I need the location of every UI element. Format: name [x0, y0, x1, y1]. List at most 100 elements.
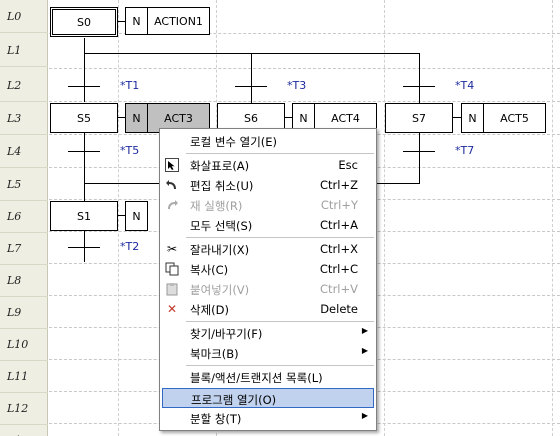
- action-link: [117, 215, 125, 216]
- menu-item-label: 프로그램 열기(O): [191, 393, 277, 407]
- transition-label-t7: *T7: [455, 144, 475, 157]
- transition-label-t3: *T3: [287, 79, 307, 92]
- context-menu[interactable]: 로컬 변수 열기(E) 화살표로(A) Esc 편집 취소(U) Ctrl+Z …: [159, 128, 377, 431]
- scissors-icon: ✂: [166, 242, 178, 256]
- menu-item-find-replace[interactable]: 찾기/바꾸기(F) ▶: [162, 323, 374, 343]
- menu-item-copy[interactable]: 복사(C) Ctrl+C: [162, 259, 374, 279]
- grid-column: [118, 0, 119, 436]
- menu-item-label: 찾기/바꾸기(F): [190, 327, 263, 341]
- menu-item-undo[interactable]: 편집 취소(U) Ctrl+Z: [162, 175, 374, 195]
- step-s0[interactable]: S0: [50, 7, 118, 37]
- menu-item-redo[interactable]: 재 실행(R) Ctrl+Y: [162, 195, 374, 215]
- menu-item-shortcut: Ctrl+Y: [320, 198, 358, 212]
- menu-item-shortcut: Ctrl+Z: [320, 178, 358, 192]
- menu-item-delete[interactable]: ✕ 삭제(D) Delete: [162, 299, 374, 319]
- submenu-arrow-icon: ▶: [361, 346, 368, 355]
- menu-item-block-action-transition-list[interactable]: 블록/액션/트랜지션 목록(L): [162, 367, 374, 387]
- menu-item-shortcut: Esc: [338, 158, 358, 172]
- menu-item-label: 삭제(D): [190, 303, 229, 317]
- menu-separator: [186, 321, 374, 322]
- transition-bar[interactable]: [68, 247, 100, 248]
- transition-label-t1: *T1: [120, 79, 140, 92]
- action-qualifier[interactable]: N: [125, 103, 148, 133]
- connector-wire: [419, 53, 420, 103]
- menu-item-paste[interactable]: 붙여넣기(V) Ctrl+V: [162, 279, 374, 299]
- action-qualifier[interactable]: N: [461, 103, 484, 133]
- connector-wire: [419, 133, 420, 184]
- menu-item-label: 복사(C): [190, 263, 229, 277]
- action-block[interactable]: ACT5: [483, 103, 546, 133]
- connector-wire: [251, 53, 252, 103]
- divergence-line: [84, 53, 420, 54]
- row-label-l3: L3: [0, 102, 48, 135]
- row-label-l8: L8: [0, 264, 48, 297]
- menu-item-shortcut: Ctrl+X: [320, 242, 358, 256]
- menu-item-shortcut: Ctrl+V: [320, 282, 358, 296]
- menu-item-open-program[interactable]: 프로그램 열기(O): [162, 388, 374, 408]
- menu-separator: [186, 237, 374, 238]
- transition-bar[interactable]: [68, 151, 100, 152]
- connector-wire: [84, 230, 85, 262]
- transition-label-t5: *T5: [120, 144, 140, 157]
- delete-icon: ✕: [166, 302, 178, 316]
- submenu-arrow-icon: ▶: [361, 326, 368, 335]
- menu-item-arrow-mode[interactable]: 화살표로(A) Esc: [162, 155, 374, 175]
- redo-icon: [164, 197, 180, 213]
- transition-bar[interactable]: [68, 86, 100, 87]
- step-s1[interactable]: S1: [50, 201, 118, 231]
- row-label-l2: L2: [0, 69, 48, 102]
- menu-item-bookmark[interactable]: 북마크(B) ▶: [162, 343, 374, 363]
- row-label-l5: L5: [0, 168, 48, 201]
- menu-item-split-window[interactable]: 분할 창(T) ▶: [162, 408, 374, 428]
- menu-separator: [186, 153, 374, 154]
- row-label-l9: L9: [0, 296, 48, 329]
- menu-item-cut[interactable]: ✂ 잘라내기(X) Ctrl+X: [162, 239, 374, 259]
- action-block[interactable]: ACTION1: [147, 7, 210, 35]
- submenu-arrow-icon: ▶: [361, 411, 368, 420]
- row-label-l1: L1: [0, 34, 48, 67]
- connector-wire: [84, 38, 85, 102]
- menu-item-label: 블록/액션/트랜지션 목록(L): [190, 371, 323, 385]
- transition-label-t4: *T4: [455, 79, 475, 92]
- menu-item-shortcut: Delete: [320, 302, 358, 316]
- action-link: [453, 117, 461, 118]
- step-s5[interactable]: S5: [50, 103, 118, 133]
- action-link: [117, 21, 125, 22]
- action-qualifier[interactable]: N: [125, 201, 148, 231]
- action-link: [117, 117, 125, 118]
- menu-item-select-all[interactable]: 모두 선택(S) Ctrl+A: [162, 215, 374, 235]
- menu-item-shortcut: Ctrl+C: [319, 262, 358, 276]
- row-label-l0: L0: [0, 0, 48, 33]
- action-qualifier[interactable]: N: [125, 7, 148, 35]
- menu-item-label: 모두 선택(S): [190, 219, 253, 233]
- step-s7[interactable]: S7: [385, 103, 453, 133]
- grid-column: [384, 0, 385, 436]
- menu-item-label: 재 실행(R): [190, 199, 243, 213]
- menu-item-label: 화살표로(A): [190, 159, 250, 173]
- row-label-l12: L12: [0, 392, 48, 425]
- row-label-l4: L4: [0, 135, 48, 168]
- grid-line: [49, 101, 560, 102]
- paste-icon: [164, 281, 180, 297]
- transition-label-t2: *T2: [120, 240, 140, 253]
- menu-item-open-local-vars[interactable]: 로컬 변수 열기(E): [162, 131, 374, 151]
- row-label-l13: L13: [0, 424, 48, 436]
- row-label-l10: L10: [0, 328, 48, 361]
- grid-line: [49, 68, 560, 69]
- menu-item-label: 분할 창(T): [190, 412, 242, 426]
- row-label-l6: L6: [0, 200, 48, 233]
- arrow-pointer-icon: [164, 157, 180, 173]
- row-label-l11: L11: [0, 360, 48, 393]
- transition-bar[interactable]: [403, 151, 435, 152]
- menu-item-label: 잘라내기(X): [190, 243, 250, 257]
- row-label-l7: L7: [0, 232, 48, 265]
- line-gutter: L0 L1 L2 L3 L4 L5 L6 L7 L8 L9 L10 L11 L1…: [0, 0, 48, 436]
- menu-item-label: 붙여넣기(V): [190, 283, 250, 297]
- menu-item-label: 로컬 변수 열기(E): [190, 135, 278, 149]
- menu-separator: [186, 365, 374, 366]
- undo-icon: [164, 177, 180, 193]
- copy-icon: [164, 261, 180, 277]
- transition-bar[interactable]: [235, 86, 267, 87]
- transition-bar[interactable]: [403, 86, 435, 87]
- menu-item-label: 북마크(B): [190, 347, 239, 361]
